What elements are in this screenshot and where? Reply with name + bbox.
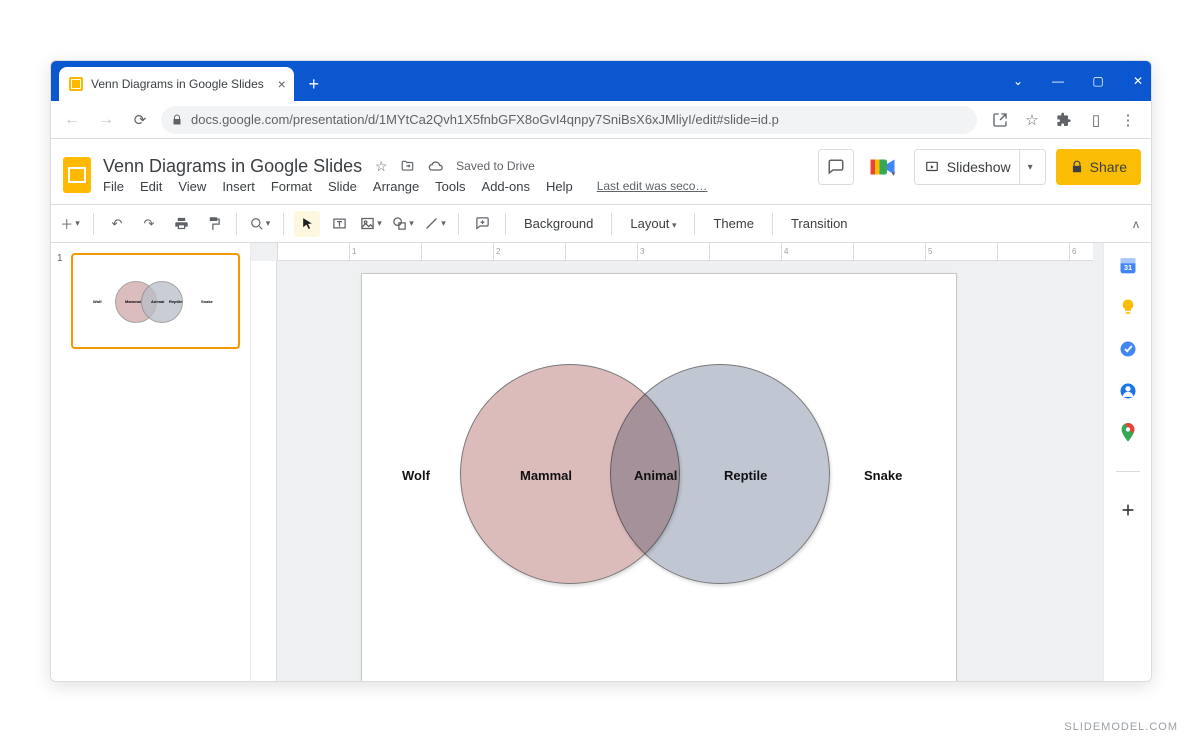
menu-slide[interactable]: Slide [328, 179, 357, 194]
new-slide-button[interactable]: ＋ [57, 211, 83, 237]
reload-button[interactable]: ⟳ [127, 107, 153, 133]
new-tab-button[interactable]: + [300, 70, 328, 98]
close-window-icon[interactable]: ✕ [1131, 74, 1145, 88]
add-addon-icon[interactable] [1118, 500, 1138, 520]
extensions-icon[interactable] [1055, 111, 1073, 129]
url-text: docs.google.com/presentation/d/1MYtCa2Qv… [191, 112, 779, 127]
ruler-vertical [251, 261, 277, 681]
label-right-circle[interactable]: Reptile [724, 468, 767, 483]
move-icon[interactable] [400, 159, 418, 173]
meet-button[interactable]: ▾ [864, 150, 904, 184]
menu-help[interactable]: Help [546, 179, 573, 194]
slide-thumbnail-1[interactable]: Wolf Mammal Animal Reptile Snake [71, 253, 240, 349]
slides-logo-icon[interactable] [61, 155, 93, 195]
chrome-menu-icon[interactable]: ⋮ [1119, 111, 1137, 129]
calendar-icon[interactable]: 31 [1118, 255, 1138, 275]
lock-icon [171, 114, 183, 126]
workspace: 1 Wolf Mammal Animal Reptile Snake 1 2 [51, 243, 1151, 681]
share-label: Share [1090, 159, 1127, 175]
theme-button[interactable]: Theme [705, 216, 761, 231]
undo-button[interactable]: ↶ [104, 211, 130, 237]
slide-canvas[interactable]: Wolf Mammal Animal Reptile Snake [361, 273, 957, 681]
slideshow-label: Slideshow [947, 159, 1011, 175]
background-button[interactable]: Background [516, 216, 601, 231]
keep-icon[interactable] [1118, 297, 1138, 317]
label-intersection[interactable]: Animal [634, 468, 677, 483]
filmstrip: 1 Wolf Mammal Animal Reptile Snake [51, 243, 251, 681]
shape-tool[interactable] [390, 211, 416, 237]
toolbar: ＋ ↶ ↷ Back [51, 205, 1151, 243]
star-icon[interactable]: ☆ [372, 158, 390, 175]
menu-insert[interactable]: Insert [222, 179, 255, 194]
menu-format[interactable]: Format [271, 179, 312, 194]
textbox-tool[interactable] [326, 211, 352, 237]
forward-button[interactable]: → [93, 107, 119, 133]
menu-arrange[interactable]: Arrange [373, 179, 419, 194]
zoom-button[interactable] [247, 211, 273, 237]
chevron-down-icon[interactable]: ⌄ [1011, 74, 1025, 88]
document-title[interactable]: Venn Diagrams in Google Slides [103, 156, 362, 177]
image-tool[interactable] [358, 211, 384, 237]
menu-view[interactable]: View [178, 179, 206, 194]
comment-tool[interactable] [469, 211, 495, 237]
print-button[interactable] [168, 211, 194, 237]
slideshow-button[interactable]: Slideshow ▾ [914, 149, 1046, 185]
contacts-icon[interactable] [1118, 381, 1138, 401]
canvas-area[interactable]: 1 2 3 4 5 6 7 8 9 Wolf Mammal Animal Rep… [251, 243, 1103, 681]
tasks-icon[interactable] [1118, 339, 1138, 359]
address-bar: ← → ⟳ docs.google.com/presentation/d/1MY… [51, 101, 1151, 139]
tab-title: Venn Diagrams in Google Slides [91, 77, 264, 91]
comments-button[interactable] [818, 149, 854, 185]
menu-tools[interactable]: Tools [435, 179, 465, 194]
browser-window: Venn Diagrams in Google Slides × + ⌄ ― ▢… [50, 60, 1152, 682]
watermark: SLIDEMODEL.COM [1064, 721, 1178, 733]
browser-titlebar: Venn Diagrams in Google Slides × + ⌄ ― ▢… [51, 61, 1151, 101]
slides-favicon-icon [69, 77, 83, 91]
cloud-saved-icon [428, 160, 446, 172]
paint-format-button[interactable] [200, 211, 226, 237]
app-header: Venn Diagrams in Google Slides ☆ Saved t… [51, 139, 1151, 205]
share-button[interactable]: Share [1056, 149, 1141, 185]
layout-button[interactable]: Layout [622, 216, 684, 231]
browser-tab[interactable]: Venn Diagrams in Google Slides × [59, 67, 294, 101]
label-outside-right[interactable]: Snake [864, 468, 902, 483]
redo-button[interactable]: ↷ [136, 211, 162, 237]
label-left-circle[interactable]: Mammal [520, 468, 572, 483]
maximize-icon[interactable]: ▢ [1091, 74, 1105, 88]
slide-number: 1 [57, 253, 65, 349]
menu-file[interactable]: File [103, 179, 124, 194]
minimize-icon[interactable]: ― [1051, 74, 1065, 88]
share-url-icon[interactable] [991, 111, 1009, 129]
back-button[interactable]: ← [59, 107, 85, 133]
save-status: Saved to Drive [456, 159, 535, 173]
bookmark-star-icon[interactable]: ☆ [1023, 111, 1041, 129]
collapse-toolbar-icon[interactable]: ʌ [1133, 217, 1139, 231]
ruler-horizontal: 1 2 3 4 5 6 7 8 9 [277, 243, 1093, 261]
select-tool[interactable] [294, 211, 320, 237]
label-outside-left[interactable]: Wolf [402, 468, 430, 483]
menu-addons[interactable]: Add-ons [482, 179, 530, 194]
transition-button[interactable]: Transition [783, 216, 856, 231]
slideshow-dropdown-icon[interactable]: ▾ [1019, 150, 1041, 184]
menu-edit[interactable]: Edit [140, 179, 162, 194]
svg-text:▾: ▾ [891, 169, 895, 178]
maps-icon[interactable] [1118, 423, 1138, 443]
close-tab-icon[interactable]: × [278, 76, 286, 92]
reading-list-icon[interactable]: ▯ [1087, 111, 1105, 129]
line-tool[interactable] [422, 211, 448, 237]
venn-diagram[interactable]: Wolf Mammal Animal Reptile Snake [362, 364, 956, 594]
url-field[interactable]: docs.google.com/presentation/d/1MYtCa2Qv… [161, 106, 977, 134]
window-controls: ⌄ ― ▢ ✕ [1011, 61, 1145, 101]
svg-text:31: 31 [1123, 263, 1131, 272]
side-panel: 31 [1103, 243, 1151, 681]
last-edit-link[interactable]: Last edit was seco… [597, 179, 708, 193]
